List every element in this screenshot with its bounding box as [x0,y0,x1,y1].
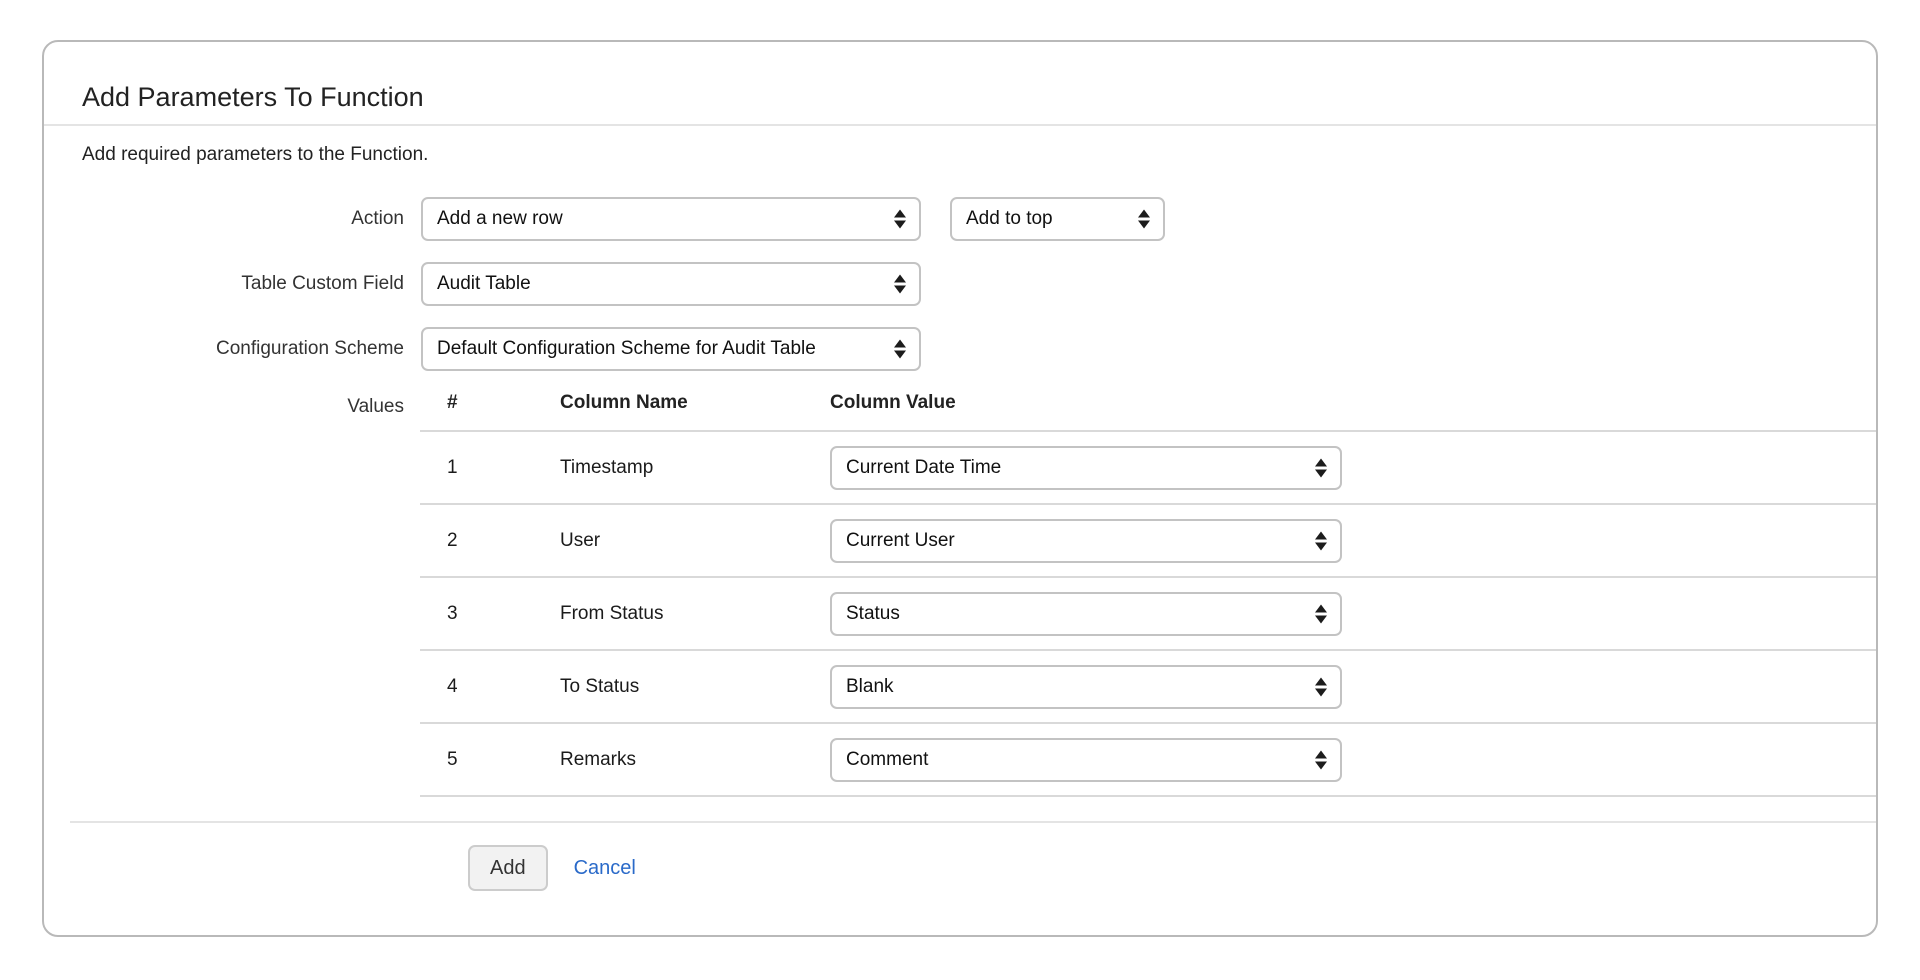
page-title: Add Parameters To Function [82,82,1876,112]
action-label: Action [44,197,410,241]
table-custom-field-select-value: Audit Table [437,273,531,295]
select-spinner-icon [1315,458,1327,477]
page-description: Add required parameters to the Function. [82,143,1876,166]
table-custom-field-fields: Audit Table [410,262,1876,306]
configuration-scheme-label: Configuration Scheme [44,327,410,371]
select-spinner-icon [894,210,906,229]
table-row: 4 To Status Blank [420,651,1876,724]
column-value-select-value: Status [846,603,900,625]
row-value-cell: Blank [830,665,1876,709]
action-select[interactable]: Add a new row [421,197,921,241]
row-num: 1 [420,457,560,479]
column-value-select[interactable]: Status [830,592,1342,636]
row-value-cell: Current User [830,519,1876,563]
form-row-configuration-scheme: Configuration Scheme Default Configurati… [44,327,1876,371]
table-custom-field-label: Table Custom Field [44,262,410,306]
add-parameters-form: Action Add a new row Add to top Table Cu… [44,197,1876,891]
row-num: 3 [420,603,560,625]
header-value: Column Value [830,392,1876,414]
values-table: # Column Name Column Value 1 Timestamp C… [420,392,1876,797]
column-value-select[interactable]: Current User [830,519,1342,563]
form-row-table-custom-field: Table Custom Field Audit Table [44,262,1876,306]
add-position-select[interactable]: Add to top [950,197,1165,241]
column-value-select-value: Blank [846,676,894,698]
action-select-value: Add a new row [437,208,563,230]
buttons-divider [70,821,1876,823]
add-parameters-dialog: Add Parameters To Function Add required … [42,40,1878,937]
select-spinner-icon [1315,677,1327,696]
row-num: 2 [420,530,560,552]
row-num: 5 [420,749,560,771]
configuration-scheme-select[interactable]: Default Configuration Scheme for Audit T… [421,327,921,371]
header-num: # [420,392,560,414]
row-name: Timestamp [560,457,830,479]
form-row-values: Values # Column Name Column Value 1 Time… [44,392,1876,797]
add-position-select-value: Add to top [966,208,1053,230]
column-value-select[interactable]: Comment [830,738,1342,782]
select-spinner-icon [1315,750,1327,769]
column-value-select[interactable]: Blank [830,665,1342,709]
table-row: 2 User Current User [420,505,1876,578]
select-spinner-icon [1315,604,1327,623]
select-spinner-icon [894,275,906,294]
table-row: 3 From Status Status [420,578,1876,651]
table-row: 1 Timestamp Current Date Time [420,432,1876,505]
row-value-cell: Comment [830,738,1876,782]
column-value-select-value: Comment [846,749,928,771]
select-spinner-icon [1315,531,1327,550]
row-name: From Status [560,603,830,625]
add-button[interactable]: Add [468,845,548,891]
form-row-action: Action Add a new row Add to top [44,197,1876,241]
configuration-scheme-fields: Default Configuration Scheme for Audit T… [410,327,1876,371]
table-custom-field-select[interactable]: Audit Table [421,262,921,306]
row-value-cell: Status [830,592,1876,636]
buttons-row: Add Cancel [44,845,1876,891]
row-name: Remarks [560,749,830,771]
values-label: Values [44,392,410,420]
select-spinner-icon [1138,210,1150,229]
table-row: 5 Remarks Comment [420,724,1876,797]
row-value-cell: Current Date Time [830,446,1876,490]
values-table-header: # Column Name Column Value [420,392,1876,432]
cancel-link[interactable]: Cancel [574,857,636,880]
column-value-select-value: Current Date Time [846,457,1001,479]
configuration-scheme-select-value: Default Configuration Scheme for Audit T… [437,338,816,360]
row-name: User [560,530,830,552]
select-spinner-icon [894,340,906,359]
column-value-select-value: Current User [846,530,955,552]
header-name: Column Name [560,392,830,414]
action-fields: Add a new row Add to top [410,197,1876,241]
column-value-select[interactable]: Current Date Time [830,446,1342,490]
title-divider [44,124,1876,126]
row-name: To Status [560,676,830,698]
row-num: 4 [420,676,560,698]
